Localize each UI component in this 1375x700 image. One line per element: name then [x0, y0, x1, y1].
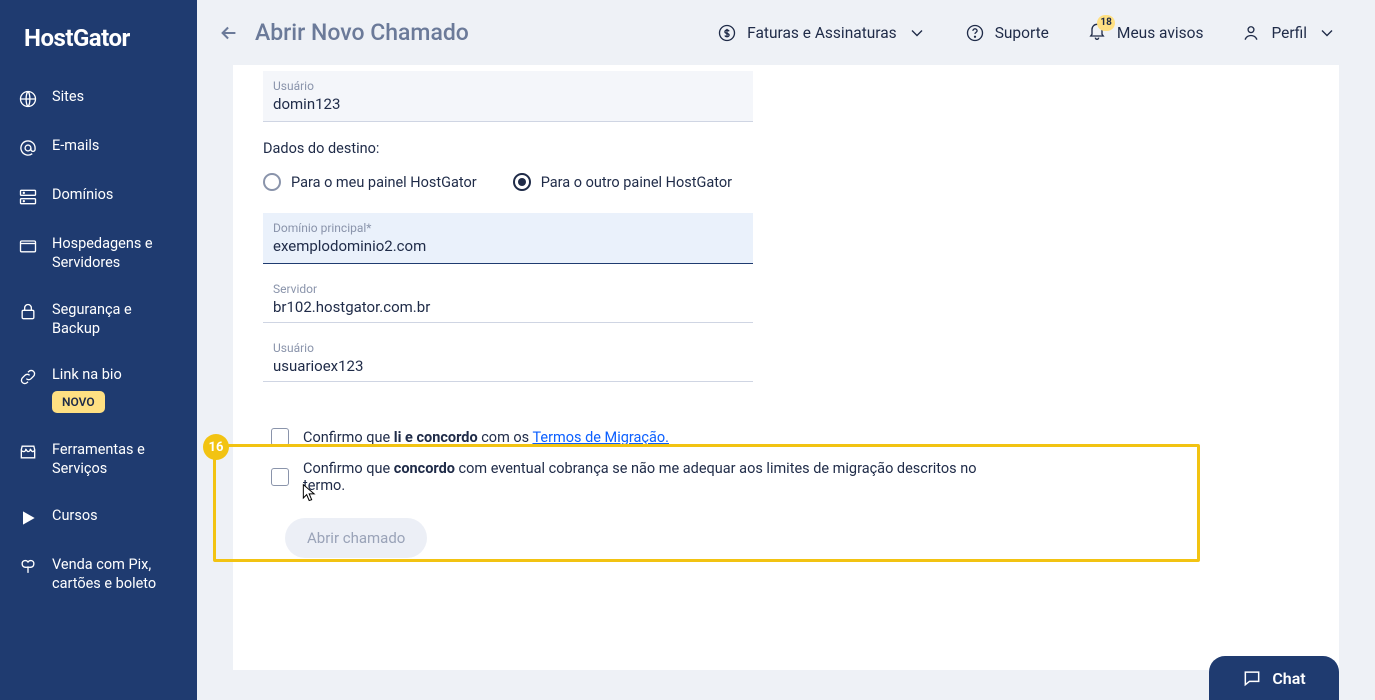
- field-usuario2[interactable]: Usuário usuarioex123: [263, 341, 753, 382]
- lock-icon: [18, 302, 38, 322]
- sidebar-item-cursos[interactable]: Cursos: [0, 493, 197, 542]
- link-icon: [18, 367, 38, 387]
- at-icon: [18, 138, 38, 158]
- sidebar-item-label: Venda com Pix, cartões e boleto: [52, 556, 181, 594]
- sidebar-item-hospedagens[interactable]: Hospedagens e Servidores: [0, 221, 197, 287]
- radio-label: Para o meu painel HostGator: [291, 174, 477, 191]
- help-icon: [965, 23, 985, 43]
- play-icon: [18, 508, 38, 528]
- radio-my-panel[interactable]: Para o meu painel HostGator: [263, 173, 477, 191]
- chevron-down-icon: [907, 23, 927, 43]
- field-usuario1[interactable]: Usuário domin123: [263, 71, 753, 122]
- radio-circle: [263, 173, 281, 191]
- annotation-number: 16: [203, 434, 229, 460]
- annotation-box: 16: [213, 444, 1200, 562]
- novo-badge: NOVO: [52, 391, 105, 413]
- field-label: Servidor: [263, 282, 753, 296]
- radio-group-destino: Para o meu painel HostGator Para o outro…: [263, 173, 1003, 191]
- butterfly-icon: [18, 557, 38, 577]
- sidebar-item-label: Cursos: [52, 507, 98, 526]
- radio-label: Para o outro painel HostGator: [541, 174, 732, 191]
- sidebar-item-linkbio[interactable]: Link na bio NOVO: [0, 352, 197, 427]
- sidebar-item-ferramentas[interactable]: Ferramentas e Serviços: [0, 427, 197, 493]
- topbar-billing[interactable]: Faturas e Assinaturas: [703, 15, 941, 51]
- t2: li e concordo: [394, 429, 478, 446]
- sidebar-item-label: Ferramentas e Serviços: [52, 441, 181, 479]
- field-servidor[interactable]: Servidor br102.hostgator.com.br: [263, 282, 753, 323]
- field-value: domin123: [273, 95, 743, 113]
- check-terms-text: Confirmo que li e concordo com os Termos…: [303, 429, 669, 446]
- t1: Confirmo que: [303, 429, 394, 446]
- chat-icon: [1242, 668, 1262, 688]
- sidebar-item-emails[interactable]: E-mails: [0, 123, 197, 172]
- topbar-support[interactable]: Suporte: [951, 15, 1063, 51]
- sidebar-item-label: Link na bio NOVO: [52, 366, 122, 413]
- topbar-profile-label: Perfil: [1271, 24, 1307, 42]
- logo: HostGator: [0, 14, 197, 74]
- chat-label: Chat: [1272, 669, 1305, 688]
- topbar-notices-label: Meus avisos: [1117, 24, 1204, 42]
- link-bio-text: Link na bio: [52, 366, 122, 383]
- sidebar-item-venda[interactable]: Venda com Pix, cartões e boleto: [0, 542, 197, 608]
- sidebar-item-label: Domínios: [52, 186, 113, 205]
- section-destino-label: Dados do destino:: [263, 140, 1003, 157]
- field-label: Usuário: [263, 341, 753, 355]
- back-button[interactable]: [213, 17, 245, 49]
- sidebar-item-label: Segurança e Backup: [52, 301, 181, 339]
- field-value: br102.hostgator.com.br: [263, 298, 753, 316]
- field-value: exemplodominio2.com: [273, 237, 743, 255]
- terms-link[interactable]: Termos de Migração.: [532, 429, 669, 446]
- bell-wrap: 18: [1087, 21, 1107, 45]
- sidebar-item-label: Hospedagens e Servidores: [52, 235, 181, 273]
- topbar-billing-label: Faturas e Assinaturas: [747, 24, 897, 42]
- page-title: Abrir Novo Chamado: [255, 19, 469, 46]
- nav-list: Sites E-mails Domínios Hospedagens e Ser…: [0, 74, 197, 608]
- sidebar-item-label: E-mails: [52, 137, 99, 156]
- sidebar-item-sites[interactable]: Sites: [0, 74, 197, 123]
- store-icon: [18, 442, 38, 462]
- server-icon: [18, 187, 38, 207]
- sidebar-item-label: Sites: [52, 88, 84, 107]
- radio-other-panel[interactable]: Para o outro painel HostGator: [513, 173, 732, 191]
- globe-icon: [18, 89, 38, 109]
- topbar-profile[interactable]: Perfil: [1227, 15, 1351, 51]
- field-label: Domínio principal*: [273, 221, 743, 235]
- field-label: Usuário: [273, 79, 743, 93]
- field-dominio-principal[interactable]: Domínio principal* exemplodominio2.com: [263, 213, 753, 264]
- chevron-down-icon: [1317, 23, 1337, 43]
- topbar-support-label: Suporte: [995, 24, 1049, 42]
- notice-count-badge: 18: [1097, 15, 1114, 31]
- chat-button[interactable]: Chat: [1209, 656, 1339, 700]
- form-card: Usuário domin123 Dados do destino: Para …: [233, 65, 1339, 670]
- sidebar-item-seguranca[interactable]: Segurança e Backup: [0, 287, 197, 353]
- sidebar-item-dominios[interactable]: Domínios: [0, 172, 197, 221]
- radio-circle-selected: [513, 173, 531, 191]
- folder-icon: [18, 236, 38, 256]
- user-icon: [1241, 23, 1261, 43]
- t3: com os: [478, 429, 533, 446]
- main-area: Usuário domin123 Dados do destino: Para …: [197, 65, 1375, 700]
- topbar: Abrir Novo Chamado Faturas e Assinaturas…: [197, 0, 1375, 65]
- topbar-notices[interactable]: 18 Meus avisos: [1073, 13, 1218, 53]
- sidebar: HostGator Sites E-mails Domínios Hospeda…: [0, 0, 197, 700]
- dollar-icon: [717, 23, 737, 43]
- field-value: usuarioex123: [263, 357, 753, 375]
